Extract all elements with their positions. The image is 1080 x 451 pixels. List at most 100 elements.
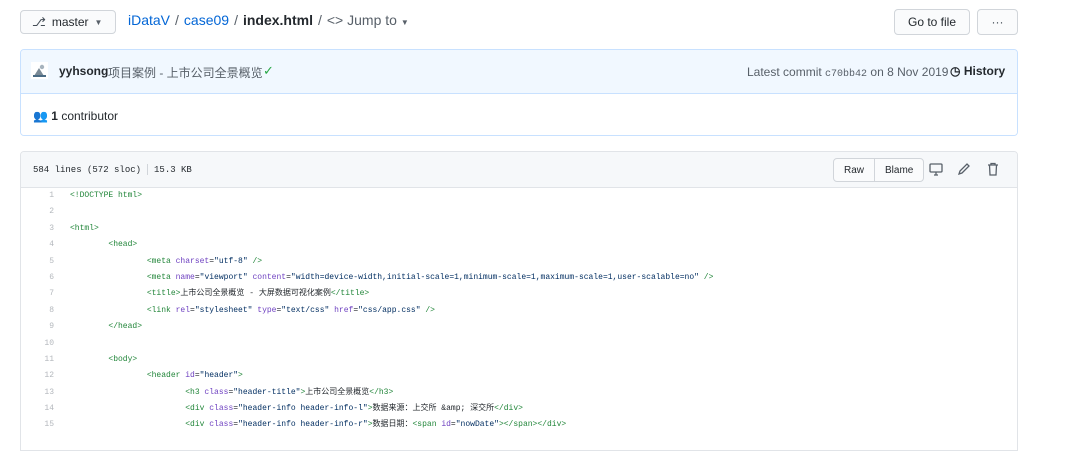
code-token: <div [185, 420, 210, 430]
code-token: "viewport" [199, 272, 248, 282]
line-number[interactable]: 7 [21, 286, 54, 302]
code-token: <meta [146, 256, 176, 266]
desktop-icon[interactable] [928, 161, 944, 177]
commit-message-link[interactable]: 项目案例 - 上市公司全景概览 [108, 64, 263, 81]
pencil-icon[interactable] [956, 161, 972, 177]
line-content: <div class="header-info header-info-l">数… [70, 401, 523, 417]
line-number[interactable]: 14 [21, 401, 54, 417]
code-token: <link [146, 305, 176, 315]
line-content: <body> [70, 352, 137, 368]
contributors-row: 👥 1 contributor [21, 94, 1017, 135]
go-to-file-button[interactable]: Go to file [894, 9, 970, 35]
code-line: 15 <div class="header-info header-info-r… [21, 417, 1017, 433]
breadcrumb-separator: / [234, 12, 238, 28]
file-viewer: 584 lines (572 sloc) 15.3 KB Raw Blame 1 <… [20, 151, 1018, 451]
breadcrumb-file-name: index.html [242, 12, 313, 28]
latest-commit-info: Latest commit c70bb42 on 8 Nov 2019 [747, 65, 948, 80]
breadcrumb-repo-link[interactable]: iDataV [128, 12, 170, 28]
breadcrumb: iDataV / case09/index.html / <> Jump to ▼ [128, 11, 409, 32]
line-content: </head> [70, 319, 142, 335]
code-token: </head> [108, 322, 143, 332]
code-token: 数据日期： [372, 420, 413, 430]
line-number[interactable]: 10 [21, 336, 54, 352]
line-number[interactable]: 5 [21, 254, 54, 270]
code-token: class [209, 420, 234, 430]
code-token: /> [420, 305, 435, 315]
code-token: <header [146, 371, 186, 381]
code-token: 上市公司全景概览 [305, 387, 370, 397]
trash-icon[interactable] [985, 161, 1001, 177]
line-content: <link rel="stylesheet" type="text/css" h… [70, 303, 435, 319]
code-line: 10 [21, 336, 1017, 352]
code-token: <title> [146, 289, 181, 299]
code-token: type [257, 305, 277, 315]
code-token: id [185, 371, 195, 381]
check-icon: ✓ [263, 63, 274, 78]
chevron-down-icon: ▼ [94, 17, 103, 27]
line-number[interactable]: 2 [21, 204, 54, 220]
contributors-link[interactable]: 👥 1 contributor [33, 109, 118, 123]
code-line: 5 <meta charset="utf-8" /> [21, 254, 1017, 270]
jump-to-menu[interactable]: <> Jump to ▼ [327, 12, 409, 28]
avatar[interactable] [31, 62, 48, 79]
history-link[interactable]: ◷ History [950, 64, 1005, 78]
commit-box: yyhsong 项目案例 - 上市公司全景概览 ✓ Latest commit … [20, 49, 1018, 136]
commit-sha-link[interactable]: c70bb42 [825, 69, 867, 80]
line-number[interactable]: 6 [21, 270, 54, 286]
code-token: charset [175, 256, 210, 266]
raw-button[interactable]: Raw [834, 159, 874, 181]
line-number[interactable]: 9 [21, 319, 54, 335]
code-line: 3 <html> [21, 221, 1017, 237]
latest-commit-label: Latest commit [747, 65, 822, 79]
blame-button[interactable]: Blame [874, 159, 923, 181]
code-line: 9 </head> [21, 319, 1017, 335]
line-number[interactable]: 4 [21, 237, 54, 253]
line-number[interactable]: 3 [21, 221, 54, 237]
code-token: /> [698, 272, 714, 282]
code-token: "utf-8" [214, 256, 248, 266]
file-lines-info: 584 lines (572 sloc) [33, 164, 142, 175]
line-content: <html> [70, 221, 99, 237]
commit-author-link[interactable]: yyhsong [59, 64, 108, 78]
file-actions-group: Raw Blame [833, 158, 925, 182]
contributor-label: contributor [61, 109, 119, 123]
chevron-down-icon: ▼ [400, 18, 409, 27]
code-token: <html> [70, 223, 99, 233]
history-label: History [963, 64, 1006, 78]
code-token: <div [185, 404, 210, 414]
line-number[interactable]: 13 [21, 385, 54, 401]
line-content: <!DOCTYPE html> [70, 188, 142, 204]
code-token: <body> [108, 354, 138, 364]
code-token: "css/app.css" [358, 305, 421, 315]
branch-label: master [51, 15, 89, 29]
more-options-button[interactable]: ··· [977, 9, 1018, 35]
line-number[interactable]: 1 [21, 188, 54, 204]
branch-select-button[interactable]: ⎇ master ▼ [20, 10, 116, 34]
code-token: "header" [199, 371, 239, 381]
code-token: name [175, 272, 195, 282]
line-number[interactable]: 11 [21, 352, 54, 368]
code-body: 1 <!DOCTYPE html> 2 3 <html> 4 <head> 5 <meta … [21, 188, 1017, 434]
code-token: </div> [494, 404, 523, 414]
line-number[interactable]: 8 [21, 303, 54, 319]
code-line: 12 <header id="header"> [21, 368, 1017, 384]
code-line: 14 <div class="header-info header-info-l… [21, 401, 1017, 417]
line-content: <meta charset="utf-8" /> [70, 254, 262, 270]
code-token: > [238, 371, 243, 381]
line-number[interactable]: 12 [21, 368, 54, 384]
breadcrumb-folder-link[interactable]: case09 [184, 12, 229, 28]
code-token: <h3 [185, 387, 205, 397]
code-token: rel [175, 305, 191, 315]
code-token: href [334, 305, 354, 315]
line-number[interactable]: 15 [21, 417, 54, 433]
code-icon: <> [326, 12, 344, 28]
code-token: 上市公司全景概览 - 大屏数据可视化案例 [180, 289, 331, 299]
